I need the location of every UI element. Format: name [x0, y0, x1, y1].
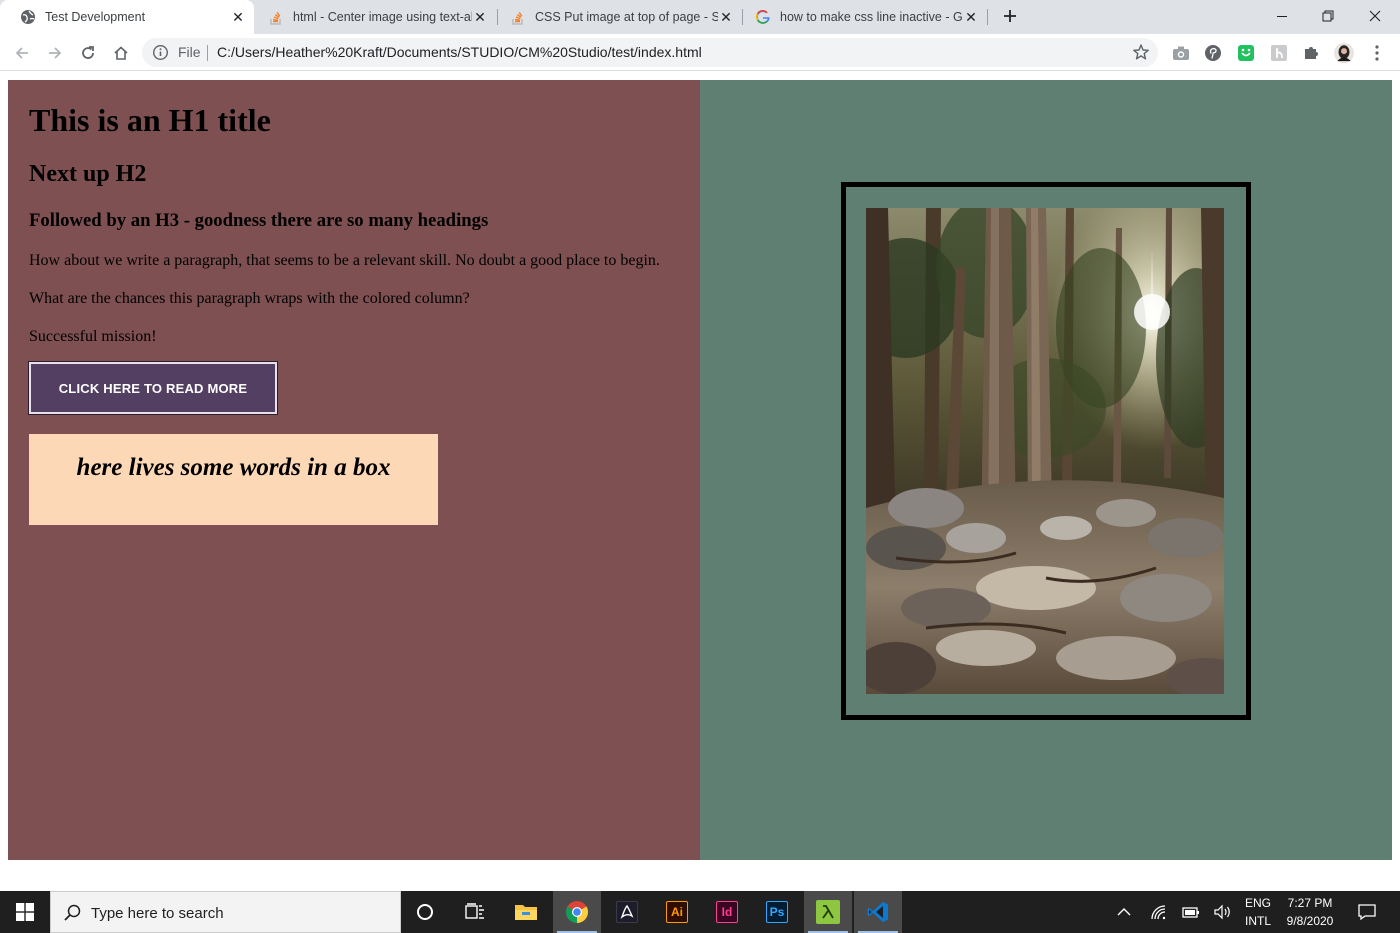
tab-css-line-inactive[interactable]: how to make css line inactive - Go ✕ — [735, 0, 987, 34]
left-column: This is an H1 title Next up H2 Followed … — [8, 80, 700, 860]
restore-button[interactable] — [1305, 0, 1351, 32]
word-box-text: here lives some words in a box — [76, 454, 391, 481]
tab-title: CSS Put image at top of page - St — [535, 10, 718, 24]
scheme-label: File — [178, 44, 201, 60]
search-placeholder: Type here to search — [91, 905, 224, 922]
chrome-icon[interactable] — [553, 891, 601, 933]
acrobat-icon[interactable] — [603, 891, 651, 933]
battery-icon[interactable] — [1178, 891, 1204, 933]
home-button[interactable] — [109, 41, 133, 65]
menu-dots-icon[interactable] — [1367, 43, 1387, 63]
tab-css-image-top[interactable]: CSS Put image at top of page - St ✕ — [490, 0, 742, 34]
close-tab-icon[interactable]: ✕ — [230, 9, 246, 25]
tab-divider — [987, 9, 988, 25]
network-icon[interactable] — [1146, 891, 1172, 933]
forward-button[interactable] — [43, 41, 67, 65]
tab-title: Test Development — [45, 10, 146, 24]
address-bar[interactable]: File C:/Users/Heather%20Kraft/Documents/… — [142, 38, 1158, 67]
page-h2: Next up H2 — [29, 161, 147, 187]
volume-icon[interactable] — [1210, 891, 1236, 933]
show-hidden-icons-chevron-icon[interactable] — [1112, 891, 1136, 933]
page-h1: This is an H1 title — [29, 102, 271, 138]
windows-logo-icon — [16, 903, 34, 921]
google-icon — [755, 9, 771, 25]
bookmark-star-icon[interactable] — [1132, 43, 1150, 61]
address-divider — [207, 45, 208, 61]
tab-title: how to make css line inactive - Go — [780, 10, 963, 24]
image-frame — [841, 182, 1251, 720]
clock[interactable]: 7:27 PM 9/8/2020 — [1280, 891, 1340, 933]
right-column — [700, 80, 1392, 860]
photoshop-icon[interactable]: Ps — [753, 891, 801, 933]
tab-center-image[interactable]: html - Center image using text-al ✕ — [248, 0, 496, 34]
forest-trail-photo — [866, 208, 1224, 694]
tab-title: html - Center image using text-al — [293, 10, 472, 24]
back-button[interactable] — [10, 41, 34, 65]
info-icon[interactable] — [152, 44, 169, 61]
paragraph-1: How about we write a paragraph, that see… — [29, 252, 660, 269]
paragraph-3: Successful mission! — [29, 328, 157, 345]
cortana-icon[interactable] — [401, 891, 449, 933]
extension-gray-icon[interactable] — [1269, 43, 1289, 63]
close-tab-icon[interactable]: ✕ — [472, 9, 488, 25]
globe-icon — [20, 9, 36, 25]
search-icon — [64, 904, 81, 921]
language-indicator[interactable]: ENG INTL — [1238, 891, 1278, 933]
clock-time: 7:27 PM — [1287, 896, 1333, 910]
vscode-icon[interactable] — [854, 891, 902, 933]
page-h3: Followed by an H3 - goodness there are s… — [29, 210, 489, 231]
close-tab-icon[interactable]: ✕ — [963, 9, 979, 25]
lambda-app-icon[interactable] — [804, 891, 852, 933]
close-window-button[interactable] — [1352, 0, 1398, 32]
pinterest-icon[interactable] — [1203, 43, 1223, 63]
read-more-button[interactable]: CLICK HERE TO READ MORE — [29, 362, 277, 414]
keyboard-layout: INTL — [1244, 914, 1271, 928]
close-tab-icon[interactable]: ✕ — [718, 9, 734, 25]
web-page: This is an H1 title Next up H2 Followed … — [0, 71, 1400, 891]
tab-strip: Test Development ✕ html - Center image u… — [0, 0, 1400, 34]
notifications-icon[interactable] — [1350, 891, 1384, 933]
url-text[interactable]: C:/Users/Heather%20Kraft/Documents/STUDI… — [217, 44, 702, 60]
tab-test-development[interactable]: Test Development ✕ — [0, 0, 254, 34]
indesign-icon[interactable]: Id — [703, 891, 751, 933]
reload-button[interactable] — [76, 41, 100, 65]
windows-taskbar: Type here to search Ai Id Ps ENG INTL 7:… — [0, 891, 1400, 933]
extension-green-icon[interactable] — [1236, 43, 1256, 63]
clock-date: 9/8/2020 — [1286, 914, 1334, 928]
task-view-icon[interactable] — [451, 891, 499, 933]
language-code: ENG — [1244, 896, 1271, 910]
stackoverflow-icon — [510, 9, 526, 25]
file-explorer-icon[interactable] — [502, 891, 550, 933]
taskbar-search[interactable]: Type here to search — [50, 891, 401, 933]
paragraph-2: What are the chances this paragraph wrap… — [29, 290, 470, 307]
profile-avatar[interactable] — [1334, 43, 1354, 63]
camera-icon[interactable] — [1171, 43, 1191, 63]
minimize-button[interactable] — [1259, 0, 1305, 32]
puzzle-icon[interactable] — [1301, 43, 1321, 63]
start-button[interactable] — [0, 891, 50, 933]
illustrator-icon[interactable]: Ai — [653, 891, 701, 933]
word-box: here lives some words in a box — [29, 434, 438, 525]
stackoverflow-icon — [268, 9, 284, 25]
new-tab-button[interactable] — [1000, 6, 1020, 26]
